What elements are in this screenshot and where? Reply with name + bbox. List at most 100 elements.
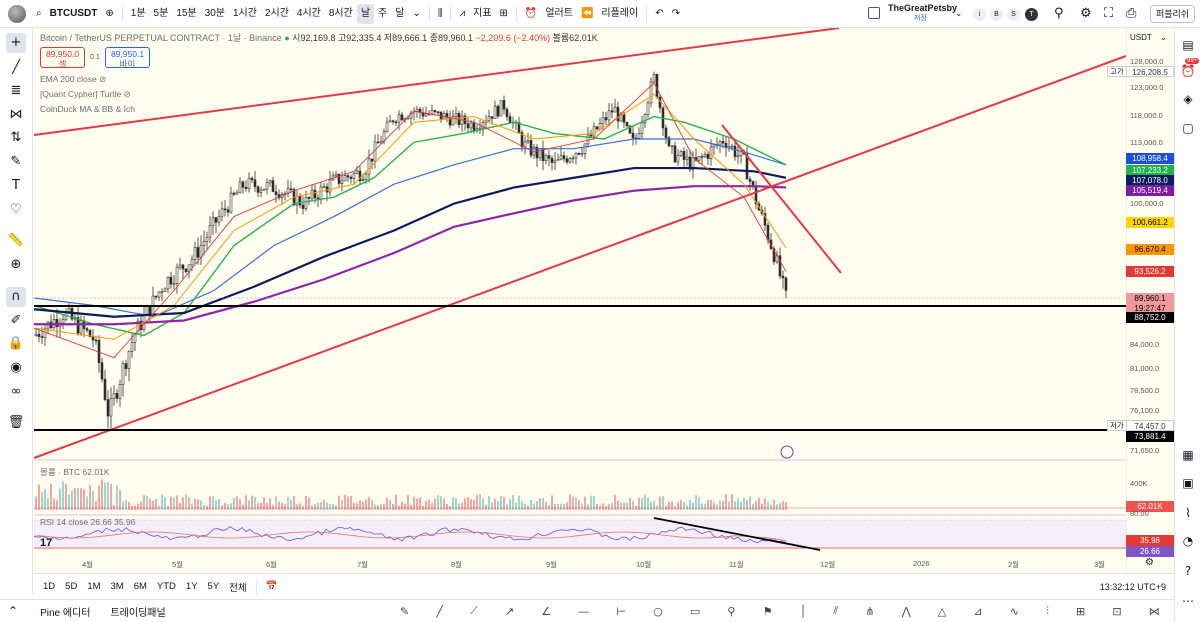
hline-icon[interactable]: — bbox=[578, 605, 589, 618]
buy-button[interactable]: 89,950.1 바이 bbox=[105, 47, 150, 69]
watchlist-icon[interactable]: ▤ bbox=[1179, 36, 1197, 54]
axis-settings-icon[interactable]: ⚙ bbox=[1145, 557, 1154, 568]
user-name[interactable]: TheGreatPetsby bbox=[888, 3, 957, 14]
eye-icon[interactable]: ◉ bbox=[6, 358, 26, 378]
alert-button[interactable]: 얼러트 bbox=[541, 0, 577, 28]
ruler-icon[interactable]: 📏 bbox=[6, 231, 26, 251]
clock[interactable]: 13:32:12 UTC+9 bbox=[1100, 582, 1166, 592]
range-all[interactable]: 전체 bbox=[224, 580, 251, 594]
circle-tool-icon[interactable]: ○ bbox=[653, 605, 663, 618]
add-symbol-icon[interactable]: ⊕ bbox=[101, 0, 117, 28]
redo-icon[interactable]: ↷ bbox=[668, 0, 684, 28]
tab-trading-panel[interactable]: 트레이딩패널 bbox=[100, 604, 175, 619]
replay-icon[interactable]: ⏪ bbox=[577, 0, 597, 28]
account-badge-b-icon[interactable]: B bbox=[990, 8, 1003, 21]
tf-1h[interactable]: 1시간 bbox=[229, 0, 261, 28]
ideas-icon[interactable]: ◔ bbox=[1179, 532, 1197, 550]
undo-icon[interactable]: ↶ bbox=[651, 0, 667, 28]
objects-icon[interactable]: ⚲ bbox=[1054, 6, 1064, 21]
tf-1m[interactable]: 1분 bbox=[127, 0, 150, 28]
goto-date-icon[interactable]: 📅 bbox=[261, 581, 283, 592]
calendar-icon[interactable]: ▦ bbox=[1179, 446, 1197, 464]
extended-line-icon[interactable]: ↗ bbox=[505, 605, 514, 618]
indicator-turtle[interactable]: [Quant Cypher] Turtle ⊘ bbox=[40, 89, 131, 100]
price-chart[interactable]: 17 bbox=[34, 28, 1126, 573]
xabcd-icon[interactable]: ⋈ bbox=[1149, 605, 1160, 618]
magnet-icon[interactable]: ∩ bbox=[6, 287, 26, 307]
range-1d[interactable]: 1D bbox=[38, 581, 60, 592]
angle-tool-icon[interactable]: ⊿ bbox=[973, 605, 982, 618]
brush-icon[interactable]: ✎ bbox=[6, 152, 26, 172]
channel-icon[interactable]: ⫽ bbox=[833, 604, 838, 618]
expand-panel-icon[interactable]: ⌃ bbox=[8, 604, 18, 618]
tab-pine-editor[interactable]: Pine 에디터 bbox=[30, 604, 100, 619]
layout-square-icon[interactable] bbox=[868, 7, 880, 19]
fib-icon[interactable]: ≣ bbox=[6, 81, 26, 101]
range-6m[interactable]: 6M bbox=[129, 581, 152, 592]
trend-angle-icon[interactable]: ∠ bbox=[541, 605, 551, 618]
gear-icon[interactable]: ⚙ bbox=[1080, 6, 1092, 21]
link-icon[interactable]: ∞ bbox=[6, 382, 26, 402]
account-badge-i-icon[interactable]: i bbox=[973, 8, 986, 21]
crosshair-icon[interactable]: + bbox=[6, 33, 26, 53]
trendline-icon[interactable]: ╱ bbox=[6, 58, 26, 78]
alerts-icon[interactable]: ⏰ bbox=[1179, 62, 1197, 80]
pulse-icon[interactable]: ⌇ bbox=[1179, 504, 1197, 522]
pattern-tool-icon[interactable]: ⋀ bbox=[902, 605, 911, 618]
symbol-name[interactable]: BTCUSDT bbox=[46, 0, 102, 28]
chevron-down-icon[interactable]: ⌄ bbox=[408, 0, 424, 28]
tf-5m[interactable]: 5분 bbox=[150, 0, 173, 28]
wave-tool-icon[interactable]: ∿ bbox=[1010, 605, 1019, 618]
range-5y[interactable]: 5Y bbox=[203, 581, 225, 592]
chevron-down-icon[interactable]: ⌄ bbox=[1160, 33, 1167, 42]
tf-30m[interactable]: 30분 bbox=[201, 0, 229, 28]
grid-tool-icon[interactable]: ⊞ bbox=[1076, 605, 1085, 618]
help-icon[interactable]: ? bbox=[1179, 562, 1197, 580]
more-icon[interactable]: ⋯ bbox=[1179, 592, 1197, 610]
alert-icon[interactable]: ⏰ bbox=[521, 0, 541, 28]
trash-icon[interactable]: 🗑 bbox=[6, 413, 26, 433]
rsi-legend[interactable]: RSI 14 close 26.66 35.96 bbox=[40, 517, 135, 527]
sell-button[interactable]: 89,950.0 셀 bbox=[40, 47, 85, 69]
chat-icon[interactable]: ▢ bbox=[1179, 119, 1197, 137]
tf-2h[interactable]: 2시간 bbox=[261, 0, 293, 28]
news-icon[interactable]: ▣ bbox=[1179, 474, 1197, 492]
candle-type-icon[interactable]: ⫼ bbox=[434, 0, 447, 28]
pattern-icon[interactable]: ⋈ bbox=[6, 105, 26, 125]
triangle-tool-icon[interactable]: △ bbox=[938, 605, 946, 618]
fullscreen-icon[interactable]: ⛶ bbox=[1104, 6, 1113, 21]
flag-tool-icon[interactable]: ⚑ bbox=[763, 605, 773, 618]
frame-tool-icon[interactable]: ⊡ bbox=[1112, 605, 1121, 618]
tf-day[interactable]: 날 bbox=[356, 3, 375, 24]
range-1m[interactable]: 1M bbox=[82, 581, 105, 592]
stay-drawing-icon[interactable]: ✐ bbox=[6, 311, 26, 331]
ray-tool-icon[interactable]: ⟋ bbox=[470, 604, 478, 618]
rect-tool-icon[interactable]: ▭ bbox=[690, 605, 700, 618]
bars-tool-icon[interactable]: ⫶ bbox=[1046, 604, 1049, 618]
chevron-down-icon[interactable]: ⌄ bbox=[955, 8, 963, 19]
heart-icon[interactable]: ♡ bbox=[6, 200, 26, 220]
indicators-icon[interactable]: ⩘ bbox=[455, 0, 469, 28]
volume-legend[interactable]: 볼륨 · BTC 62.01K bbox=[40, 466, 110, 478]
tf-15m[interactable]: 15분 bbox=[172, 0, 200, 28]
tf-week[interactable]: 주 bbox=[374, 0, 391, 28]
forecast-icon[interactable]: ⇅ bbox=[6, 128, 26, 148]
brush-tool-icon[interactable]: ✎ bbox=[400, 605, 409, 618]
layers-icon[interactable]: ◈ bbox=[1179, 90, 1197, 108]
account-badge-s-icon[interactable]: S bbox=[1007, 8, 1020, 21]
camera-icon[interactable]: ⎙ bbox=[1126, 6, 1136, 21]
tf-month[interactable]: 달 bbox=[391, 0, 408, 28]
range-1y[interactable]: 1Y bbox=[181, 581, 203, 592]
pitchfork-icon[interactable]: ⋔ bbox=[865, 605, 874, 618]
vline-icon[interactable]: │ bbox=[800, 605, 807, 618]
eye-off-icon[interactable]: ⊘ bbox=[124, 89, 131, 99]
save-status[interactable]: 저장 bbox=[914, 14, 927, 23]
indicator-coinduck[interactable]: ColnDuck MA & BB & Ich bbox=[40, 104, 135, 114]
eye-off-icon[interactable]: ⊘ bbox=[99, 74, 106, 84]
tf-8h[interactable]: 8시간 bbox=[325, 0, 357, 28]
layouts-icon[interactable]: ⊞ bbox=[496, 0, 512, 28]
line-tool-icon[interactable]: ╱ bbox=[436, 605, 443, 618]
range-ytd[interactable]: YTD bbox=[152, 581, 181, 592]
range-3m[interactable]: 3M bbox=[106, 581, 129, 592]
range-5d[interactable]: 5D bbox=[60, 581, 82, 592]
